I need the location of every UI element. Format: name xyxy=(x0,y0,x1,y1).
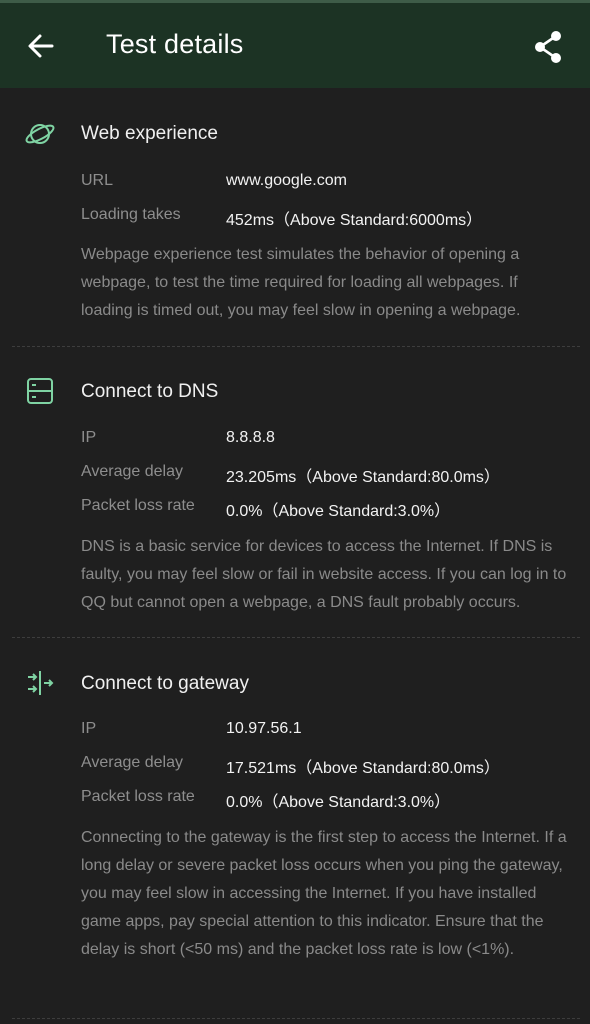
page-title: Test details xyxy=(106,29,244,59)
loading-label: Loading takes xyxy=(81,206,181,223)
url-label: URL xyxy=(81,172,114,189)
section-description: Connecting to the gateway is the first s… xyxy=(81,829,567,958)
section-description: DNS is a basic service for devices to ac… xyxy=(81,538,567,611)
ip-label: IP xyxy=(81,429,97,446)
server-icon xyxy=(24,375,56,407)
section-divider xyxy=(12,346,580,347)
average-delay-value: 23.205ms（Above Standard:80.0ms） xyxy=(226,469,500,486)
loading-value: 452ms（Above Standard:6000ms） xyxy=(226,212,483,229)
share-icon xyxy=(535,31,561,63)
planet-icon xyxy=(24,118,56,150)
section-title: Web experience xyxy=(81,123,218,144)
share-button[interactable] xyxy=(532,30,564,64)
section-description: Webpage experience test simulates the be… xyxy=(81,246,521,319)
section-title: Connect to DNS xyxy=(81,381,219,402)
back-button[interactable] xyxy=(26,31,56,61)
ip-label: IP xyxy=(81,720,97,737)
packet-loss-label: Packet loss rate xyxy=(81,788,195,805)
url-value: www.google.com xyxy=(226,172,347,189)
app-bar: Test details xyxy=(0,0,590,88)
ip-value: 10.97.56.1 xyxy=(226,720,302,737)
gateway-arrows-icon xyxy=(24,667,56,699)
average-delay-value: 17.521ms（Above Standard:80.0ms） xyxy=(226,760,500,777)
packet-loss-value: 0.0%（Above Standard:3.0%） xyxy=(226,503,451,520)
packet-loss-label: Packet loss rate xyxy=(81,497,195,514)
average-delay-label: Average delay xyxy=(81,463,183,480)
section-divider xyxy=(12,1018,580,1019)
section-divider xyxy=(12,637,580,638)
packet-loss-value: 0.0%（Above Standard:3.0%） xyxy=(226,794,451,811)
average-delay-label: Average delay xyxy=(81,754,183,771)
arrow-left-icon xyxy=(28,34,54,58)
ip-value: 8.8.8.8 xyxy=(226,429,275,446)
section-title: Connect to gateway xyxy=(81,673,249,694)
